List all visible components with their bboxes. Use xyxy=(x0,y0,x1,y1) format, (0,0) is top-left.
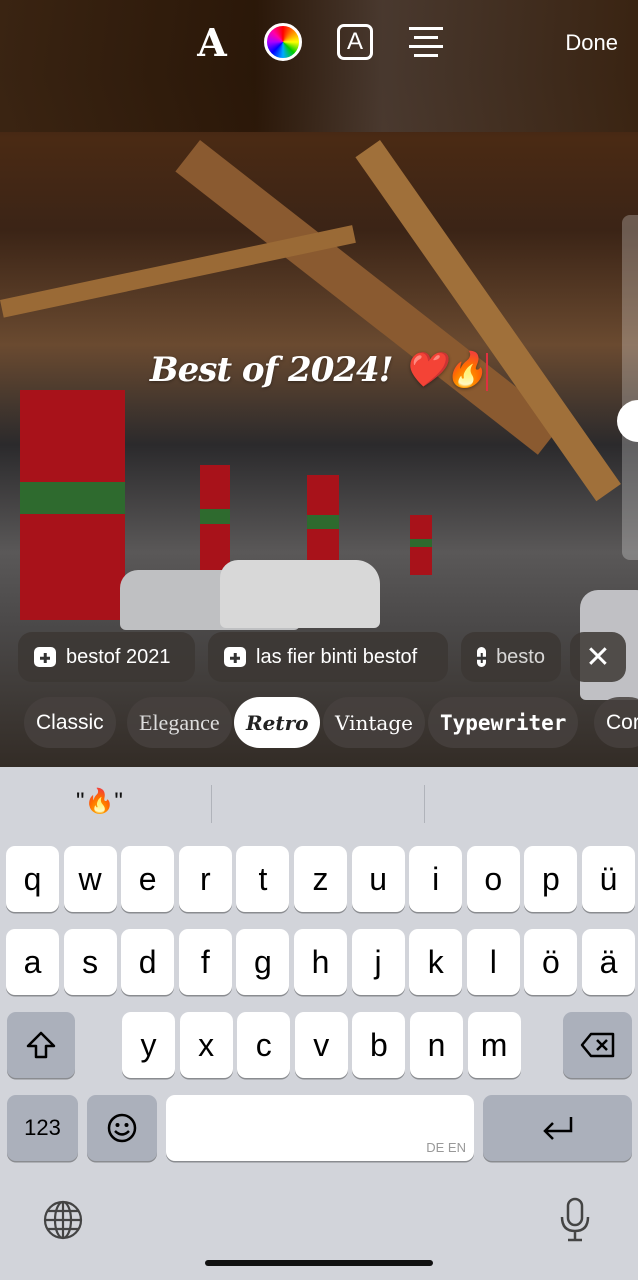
key-c[interactable]: c xyxy=(237,1012,291,1078)
key-o[interactable]: o xyxy=(466,846,520,912)
text-cursor xyxy=(486,353,489,391)
key-g[interactable]: g xyxy=(236,929,290,995)
key-ü[interactable]: ü xyxy=(582,846,635,912)
align-center-icon[interactable] xyxy=(406,22,446,62)
font-label: Typewriter xyxy=(440,710,567,735)
font-typewriter[interactable]: Typewriter xyxy=(428,697,579,748)
key-n[interactable]: n xyxy=(410,1012,463,1078)
font-vintage[interactable]: Vintage xyxy=(323,697,425,748)
font-cor[interactable]: Cor xyxy=(594,697,638,748)
return-key[interactable] xyxy=(483,1095,632,1161)
key-x[interactable]: x xyxy=(179,1012,233,1078)
key-f[interactable]: f xyxy=(178,929,232,995)
home-indicator xyxy=(205,1260,433,1266)
key-j[interactable]: j xyxy=(351,929,405,995)
key-l[interactable]: l xyxy=(466,929,520,995)
backspace-key[interactable] xyxy=(563,1012,632,1078)
key-z[interactable]: z xyxy=(294,846,347,912)
key-h[interactable]: h xyxy=(294,929,347,995)
add-icon xyxy=(34,647,56,667)
shift-icon xyxy=(26,1031,56,1059)
key-v[interactable]: v xyxy=(294,1012,348,1078)
close-icon: ✕ xyxy=(585,640,611,674)
hashtag-label: las fier binti bestof xyxy=(256,645,418,668)
font-label: Classic xyxy=(36,710,104,734)
font-label: Elegance xyxy=(139,709,220,735)
key-e[interactable]: e xyxy=(121,846,175,912)
hashtag-suggestion[interactable]: besto xyxy=(461,632,561,682)
close-suggestions-button[interactable]: ✕ xyxy=(570,632,626,682)
text-size-slider[interactable] xyxy=(622,215,638,560)
key-m[interactable]: m xyxy=(467,1012,521,1078)
emoji-suggestion[interactable]: "🔥" xyxy=(76,787,123,816)
key-w[interactable]: w xyxy=(63,846,117,912)
key-y[interactable]: y xyxy=(122,1012,175,1078)
hashtag-suggestion[interactable]: bestof 2021 xyxy=(18,632,195,682)
suggestion-divider xyxy=(211,785,212,823)
hashtag-suggestion[interactable]: las fier binti bestof xyxy=(208,632,448,682)
font-style-icon[interactable]: A xyxy=(192,20,232,65)
key-i[interactable]: i xyxy=(409,846,463,912)
color-wheel-icon[interactable] xyxy=(263,22,303,62)
globe-icon[interactable] xyxy=(42,1199,84,1241)
key-r[interactable]: r xyxy=(178,846,232,912)
language-label: DE EN xyxy=(426,1140,466,1155)
add-icon xyxy=(477,647,487,667)
space-key[interactable]: DE EN xyxy=(166,1095,474,1161)
key-u[interactable]: u xyxy=(351,846,405,912)
hashtag-label: besto xyxy=(496,645,545,668)
microphone-icon[interactable] xyxy=(558,1197,592,1243)
font-classic[interactable]: Classic xyxy=(24,697,116,748)
numbers-key[interactable]: 123 xyxy=(7,1095,78,1161)
done-button[interactable]: Done xyxy=(565,30,618,56)
emoji-icon xyxy=(107,1113,137,1143)
text-background-icon[interactable]: A xyxy=(335,22,375,62)
key-ä[interactable]: ä xyxy=(582,929,635,995)
caption-text: Best of 2024! ❤️🔥 xyxy=(149,350,487,390)
shift-key[interactable] xyxy=(7,1012,75,1078)
key-q[interactable]: q xyxy=(6,846,59,912)
emoji-key[interactable] xyxy=(87,1095,157,1161)
font-label: Vintage xyxy=(335,710,413,735)
return-icon xyxy=(542,1117,572,1140)
key-b[interactable]: b xyxy=(352,1012,406,1078)
key-s[interactable]: s xyxy=(63,929,117,995)
backspace-icon xyxy=(580,1032,614,1058)
font-label: Cor xyxy=(606,710,638,734)
font-elegance[interactable]: Elegance xyxy=(127,697,232,748)
key-ö[interactable]: ö xyxy=(524,929,578,995)
key-p[interactable]: p xyxy=(524,846,578,912)
hashtag-label: bestof 2021 xyxy=(66,645,171,668)
add-icon xyxy=(224,647,246,667)
key-t[interactable]: t xyxy=(236,846,290,912)
font-retro-selected[interactable]: Retro xyxy=(234,697,321,748)
suggestion-divider xyxy=(424,785,425,823)
story-text-input[interactable]: Best of 2024! ❤️🔥 xyxy=(0,350,638,391)
key-k[interactable]: k xyxy=(409,929,463,995)
key-a[interactable]: a xyxy=(6,929,59,995)
font-label: Retro xyxy=(246,710,309,735)
key-d[interactable]: d xyxy=(121,929,175,995)
keyboard: "🔥" qwertzuiopü asdfghjklöä yxcvbnm 123 DE… xyxy=(0,767,638,1280)
